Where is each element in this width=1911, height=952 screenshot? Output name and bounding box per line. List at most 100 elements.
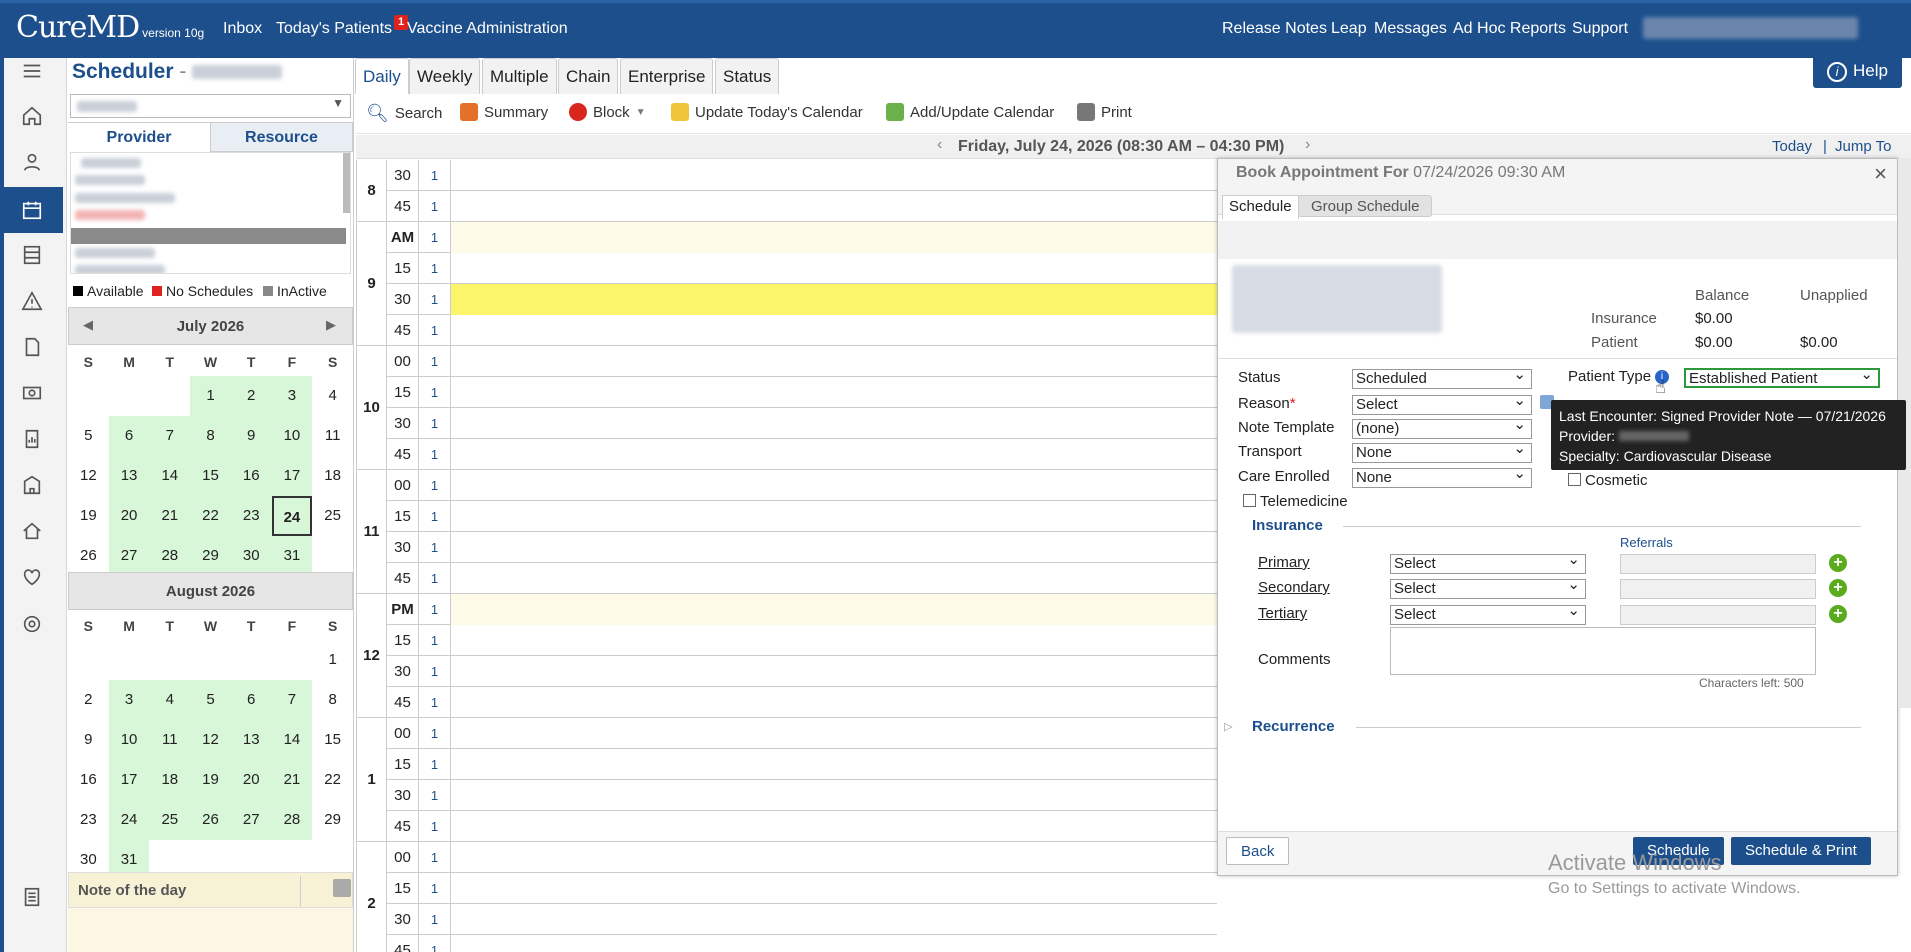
calendar-icon[interactable]	[0, 187, 63, 233]
save-icon[interactable]	[333, 879, 351, 897]
calendar-day[interactable]: 25	[149, 800, 191, 840]
primary-insurance-link[interactable]: Primary	[1258, 554, 1310, 571]
schedule-row[interactable]: 15 1	[357, 501, 1217, 532]
calendar-day[interactable]: 22	[190, 496, 231, 536]
next-day-icon[interactable]: ›	[1305, 136, 1310, 154]
nav-release-notes[interactable]: Release Notes	[1222, 20, 1327, 38]
calendar-day[interactable]: 29	[312, 800, 353, 840]
tertiary-insurance-link[interactable]: Tertiary	[1258, 605, 1307, 622]
nav-support[interactable]: Support	[1572, 20, 1628, 38]
schedule-row[interactable]: 45 1	[357, 563, 1217, 594]
secondary-insurance-select[interactable]: Select	[1390, 576, 1586, 599]
calendar-day[interactable]: 21	[149, 496, 191, 536]
time-slot[interactable]	[451, 346, 1217, 377]
calendar-day[interactable]: 23	[68, 800, 109, 840]
add-tertiary-referral-icon[interactable]: +	[1829, 605, 1847, 623]
tab-provider[interactable]: Provider	[68, 122, 210, 152]
reports-icon[interactable]	[0, 418, 63, 460]
schedule-row[interactable]: 15 1	[357, 253, 1217, 284]
schedule-row[interactable]: 30 1	[357, 904, 1217, 935]
nav-leap[interactable]: Leap	[1331, 20, 1367, 38]
calendar-day[interactable]: 4	[149, 680, 191, 720]
nav-vaccine-administration[interactable]: Vaccine Administration	[407, 20, 568, 38]
note-template-select[interactable]: (none)	[1352, 416, 1532, 439]
schedule-row[interactable]: 30 1	[357, 532, 1217, 563]
primary-referral-field[interactable]	[1620, 554, 1816, 574]
calendar-day[interactable]: 14	[149, 456, 191, 496]
secondary-referral-field[interactable]	[1620, 579, 1816, 599]
calendar-day[interactable]: 6	[108, 416, 150, 456]
prev-month-icon[interactable]: ◀	[83, 317, 93, 333]
calendar-day[interactable]: 28	[271, 800, 313, 840]
calendar-day[interactable]: 17	[108, 760, 150, 800]
calendar-day[interactable]: 29	[190, 536, 231, 576]
time-slot[interactable]	[451, 749, 1217, 780]
search-button[interactable]: 🔍︎ Search	[366, 103, 442, 124]
tab-enterprise[interactable]: Enterprise	[620, 58, 714, 94]
calendar-day[interactable]: 19	[190, 760, 231, 800]
time-slot[interactable]	[451, 904, 1217, 935]
settings-icon[interactable]	[0, 603, 63, 645]
calendar-day[interactable]: 24	[108, 800, 150, 840]
schedule-row[interactable]: 15 1	[357, 873, 1217, 904]
schedule-row[interactable]: 00 1	[357, 718, 1217, 749]
calendar-day[interactable]: 22	[312, 760, 353, 800]
time-slot[interactable]	[451, 656, 1217, 687]
schedule-row[interactable]: 15 1	[357, 377, 1217, 408]
next-month-icon[interactable]: ▶	[326, 317, 336, 333]
time-slot[interactable]	[451, 718, 1217, 749]
schedule-row[interactable]: 30 1	[357, 284, 1217, 315]
patient-icon[interactable]	[0, 141, 63, 183]
time-slot[interactable]	[451, 501, 1217, 532]
calendar-day[interactable]: 3	[108, 680, 150, 720]
expand-triangle-icon[interactable]: ▷	[1224, 720, 1232, 733]
schedule-row[interactable]: 45 1	[357, 811, 1217, 842]
notes-icon[interactable]	[0, 876, 63, 918]
add-primary-referral-icon[interactable]: +	[1829, 554, 1847, 572]
calendar-day[interactable]: 13	[108, 456, 150, 496]
time-slot[interactable]	[451, 625, 1217, 656]
comments-textarea[interactable]	[1390, 627, 1816, 675]
calendar-day[interactable]: 19	[68, 496, 109, 536]
reason-select[interactable]: Select	[1352, 392, 1532, 415]
time-slot[interactable]	[451, 842, 1217, 873]
time-slot[interactable]	[451, 377, 1217, 408]
grid-icon[interactable]	[0, 234, 63, 276]
time-slot[interactable]	[451, 594, 1217, 625]
secondary-insurance-link[interactable]: Secondary	[1258, 579, 1330, 596]
calendar-day[interactable]: 18	[312, 456, 353, 496]
schedule-row[interactable]: PM 1	[357, 594, 1217, 625]
time-slot[interactable]	[451, 191, 1217, 222]
calendar-day[interactable]: 17	[271, 456, 313, 496]
schedule-row[interactable]: 45 1	[357, 191, 1217, 222]
schedule-row[interactable]: 30 1	[357, 408, 1217, 439]
calendar-day[interactable]: 21	[271, 760, 313, 800]
jump-to-link[interactable]: Jump To	[1835, 138, 1891, 155]
calendar-day[interactable]: 13	[230, 720, 272, 760]
calendar-day[interactable]: 6	[230, 680, 272, 720]
recurrence-section-header[interactable]: Recurrence	[1252, 718, 1335, 735]
calendar-day[interactable]: 11	[312, 416, 353, 456]
calendar-day[interactable]: 15	[312, 720, 353, 760]
today-link[interactable]: Today	[1772, 138, 1812, 155]
calendar-day[interactable]: 1	[312, 640, 353, 680]
calendar-day[interactable]: 11	[149, 720, 191, 760]
schedule-row[interactable]: 30 1	[357, 656, 1217, 687]
calendar-day[interactable]: 2	[68, 680, 109, 720]
summary-button[interactable]: Summary	[460, 103, 548, 121]
tab-weekly[interactable]: Weekly	[409, 58, 481, 94]
time-slot[interactable]	[451, 408, 1217, 439]
calendar-day[interactable]: 10	[271, 416, 313, 456]
update-todays-calendar-button[interactable]: Update Today's Calendar	[671, 103, 863, 121]
time-slot[interactable]	[451, 470, 1217, 501]
print-button[interactable]: Print	[1077, 103, 1132, 121]
time-slot[interactable]	[451, 935, 1217, 952]
schedule-row[interactable]: AM 1	[357, 222, 1217, 253]
provider-list[interactable]	[70, 152, 351, 274]
nav-messages[interactable]: Messages	[1374, 20, 1447, 38]
schedule-row[interactable]: 45 1	[357, 687, 1217, 718]
time-slot[interactable]	[451, 532, 1217, 563]
calendar-day[interactable]: 8	[190, 416, 231, 456]
add-update-calendar-button[interactable]: Add/Update Calendar	[886, 103, 1054, 121]
schedule-row[interactable]: 45 1	[357, 935, 1217, 952]
